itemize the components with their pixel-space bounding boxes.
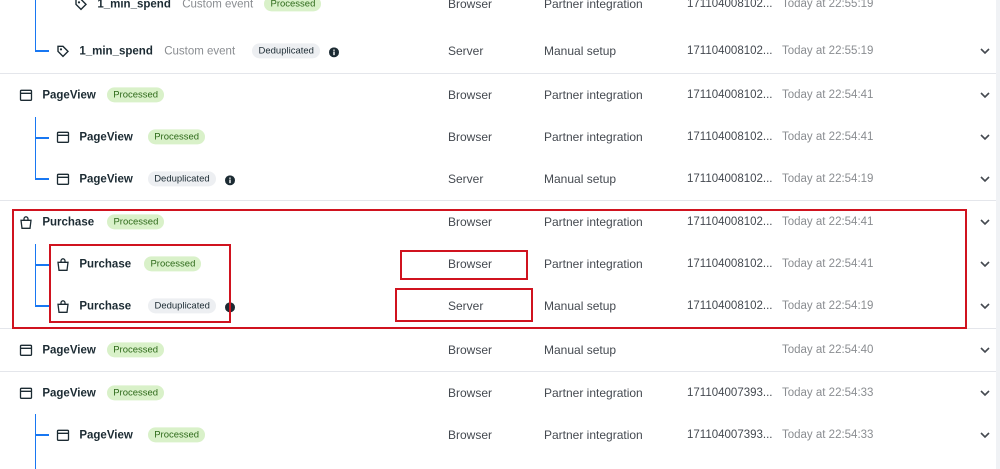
chevron-down-icon[interactable] <box>978 386 992 400</box>
chevron-down-icon[interactable] <box>978 44 992 58</box>
scrollbar[interactable] <box>996 0 1000 469</box>
status-badge: Processed <box>264 0 322 12</box>
browser-window-icon <box>19 88 33 102</box>
setup-cell: Partner integration <box>544 386 643 400</box>
chevron-down-icon[interactable] <box>978 299 992 313</box>
tree-connector <box>35 0 36 51</box>
event-row[interactable]: PageView Processed Browser Partner integ… <box>0 414 996 456</box>
event-description: Custom event <box>164 45 236 58</box>
event-name: 1_min_spend <box>79 45 153 58</box>
event-id-cell: 171104008102... <box>687 0 773 10</box>
setup-cell: Manual setup <box>544 343 617 357</box>
source-cell: Browser <box>448 88 493 102</box>
time-cell: Today at 22:55:19 <box>782 45 874 57</box>
event-name-cell: PageView Processed <box>19 385 165 401</box>
chevron-down-icon[interactable] <box>978 428 992 442</box>
chevron-down-icon[interactable] <box>978 215 992 229</box>
event-row[interactable]: PageView Processed Browser Partner integ… <box>0 116 996 158</box>
tag-icon <box>74 0 88 11</box>
browser-window-icon <box>19 343 33 357</box>
info-icon[interactable] <box>225 174 235 186</box>
highlight-box-purchase-children <box>49 244 231 323</box>
tree-connector <box>35 178 49 180</box>
status-badge: Deduplicated <box>148 171 216 187</box>
chevron-down-icon[interactable] <box>978 172 992 186</box>
source-cell: Browser <box>448 343 493 357</box>
status-badge: Deduplicated <box>252 43 320 59</box>
event-row[interactable]: PageView Processed Browser Manual setup … <box>0 329 996 371</box>
time-cell: Today at 22:54:33 <box>782 387 874 399</box>
tree-connector <box>35 117 36 179</box>
tree-connector <box>35 434 49 436</box>
info-icon[interactable] <box>329 46 340 58</box>
setup-cell: Partner integration <box>544 428 643 442</box>
source-cell: Browser <box>448 0 493 11</box>
setup-cell: Partner integration <box>544 88 643 102</box>
event-id-cell: 171104007393... <box>687 387 773 399</box>
time-cell: Today at 22:54:33 <box>782 429 874 441</box>
event-row[interactable]: PageView Deduplicated Server Manual setu… <box>0 158 996 200</box>
event-name: PageView <box>79 429 133 442</box>
event-name: PageView <box>79 173 133 186</box>
setup-cell: Manual setup <box>544 44 617 58</box>
event-id-cell: 171104008102... <box>687 131 773 143</box>
event-row[interactable]: 1_min_spend Custom event Deduplicated Se… <box>0 30 996 72</box>
event-id-cell: 171104008102... <box>687 45 773 57</box>
setup-cell: Partner integration <box>544 0 643 11</box>
source-cell: Browser <box>448 428 493 442</box>
setup-cell: Partner integration <box>544 130 643 144</box>
time-cell: Today at 22:54:19 <box>782 173 874 185</box>
chevron-down-icon[interactable] <box>978 88 992 102</box>
source-cell: Server <box>448 44 484 58</box>
chevron-down-icon[interactable] <box>978 343 992 357</box>
time-cell: Today at 22:55:19 <box>782 0 874 10</box>
event-row[interactable]: PageView Processed Browser Partner integ… <box>0 372 996 414</box>
chevron-down-icon[interactable] <box>978 130 992 144</box>
event-name-cell: 1_min_spend Custom event Processed <box>74 0 322 12</box>
event-name-cell: PageView Processed <box>56 129 206 145</box>
event-id-cell: 171104008102... <box>687 89 773 101</box>
status-badge: Processed <box>107 385 165 401</box>
event-name: PageView <box>42 89 96 102</box>
chevron-down-icon[interactable] <box>978 257 992 271</box>
tree-connector <box>35 137 49 139</box>
status-badge: Processed <box>107 87 165 103</box>
browser-window-icon <box>56 428 70 442</box>
browser-window-icon <box>56 130 70 144</box>
event-name: PageView <box>42 387 96 400</box>
source-cell: Server <box>448 172 484 186</box>
event-name: PageView <box>79 131 133 144</box>
browser-window-icon <box>56 172 70 186</box>
event-id-cell: 171104008102... <box>687 173 773 185</box>
status-badge: Processed <box>148 129 206 145</box>
event-list: 1_min_spend Custom event Processed Brows… <box>0 0 1000 469</box>
time-cell: Today at 22:54:40 <box>782 344 874 356</box>
event-row[interactable]: PageView Processed Browser Partner integ… <box>0 74 996 116</box>
highlight-box-browser-source <box>400 250 528 280</box>
time-cell: Today at 22:54:41 <box>782 89 874 101</box>
event-row[interactable]: 1_min_spend Custom event Processed Brows… <box>0 0 996 18</box>
time-cell: Today at 22:54:41 <box>782 131 874 143</box>
source-cell: Browser <box>448 130 493 144</box>
status-badge: Processed <box>107 342 165 358</box>
event-name-cell: PageView Processed <box>19 87 165 103</box>
event-description: Custom event <box>182 0 254 11</box>
event-id-cell: 171104007393... <box>687 429 773 441</box>
tag-icon <box>56 44 70 58</box>
tree-connector <box>35 414 36 469</box>
setup-cell: Manual setup <box>544 172 617 186</box>
event-name: PageView <box>42 344 96 357</box>
tree-connector <box>35 50 49 52</box>
source-cell: Browser <box>448 386 493 400</box>
event-name-cell: PageView Processed <box>19 342 165 358</box>
browser-window-icon <box>19 386 33 400</box>
status-badge: Processed <box>148 427 206 443</box>
event-name-cell: PageView Deduplicated <box>56 171 235 187</box>
event-name-cell: 1_min_spend Custom event Deduplicated <box>56 43 340 59</box>
highlight-box-server-source <box>395 288 533 322</box>
event-name-cell: PageView Processed <box>56 427 206 443</box>
event-name: 1_min_spend <box>97 0 171 11</box>
